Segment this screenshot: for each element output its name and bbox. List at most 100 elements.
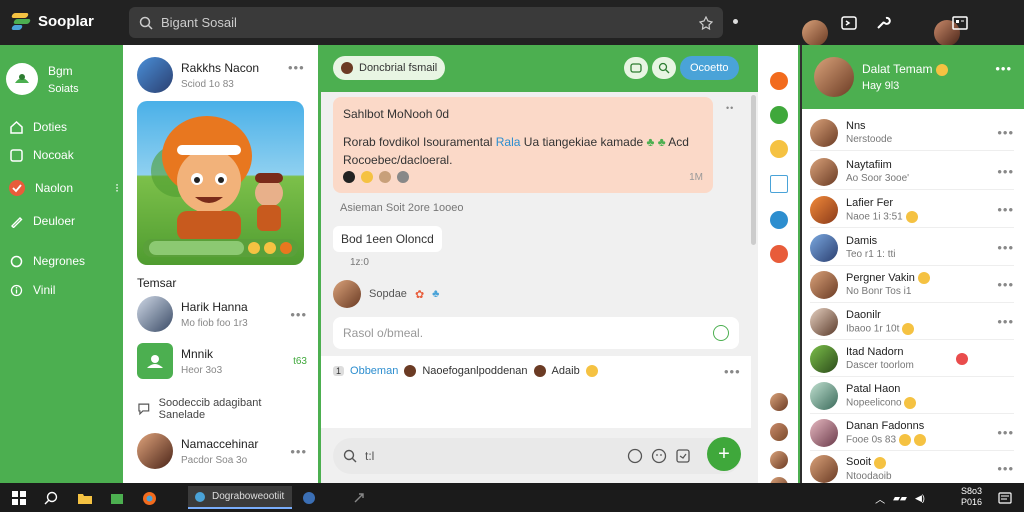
- avatar: [341, 62, 353, 74]
- avatar[interactable]: [770, 451, 788, 469]
- emoji-icon[interactable]: [248, 242, 260, 254]
- contact-item[interactable]: Sooit Ntoodaoib •••: [810, 451, 1014, 487]
- volume-icon[interactable]: ◀): [915, 493, 925, 504]
- app-icon-home[interactable]: [770, 175, 788, 193]
- more-icon[interactable]: •••: [997, 125, 1014, 140]
- list-item[interactable]: Namaccehinar Pacdor Soa 3o •••: [137, 433, 307, 469]
- app-icon-yellow[interactable]: [770, 140, 788, 158]
- reaction-icon[interactable]: [361, 171, 373, 183]
- contacts-header[interactable]: Dalat Temam Hay 9l3 •••: [802, 45, 1024, 109]
- compose-input[interactable]: t:l: [333, 438, 741, 474]
- message-bubble[interactable]: Bod 1een Oloncd: [333, 226, 442, 252]
- wrench-icon[interactable]: [870, 10, 896, 36]
- nav-item-nocoak[interactable]: Nocoak: [9, 148, 119, 162]
- chat-title-chip[interactable]: Doncbrial fsmail: [333, 56, 446, 80]
- more-icon[interactable]: •••: [997, 202, 1014, 217]
- contact-item[interactable]: Nns Nerstoode •••: [810, 115, 1014, 151]
- message-menu-icon[interactable]: ••: [726, 103, 734, 113]
- avatar: [810, 418, 838, 447]
- more-icon[interactable]: •••: [997, 277, 1014, 292]
- list-item[interactable]: Mnnik Heor 3o3 t63: [137, 343, 307, 379]
- app-logo[interactable]: Sooplar: [10, 12, 94, 30]
- contact-item[interactable]: Danan Fadonns Fooe 0s 83 •••: [810, 415, 1014, 451]
- nav-item-vinil[interactable]: Vinil: [9, 283, 119, 297]
- video-icon[interactable]: [624, 57, 648, 79]
- contact-item[interactable]: Pergner Vakin No Bonr Tos i1 •••: [810, 267, 1014, 303]
- search-input[interactable]: Bigant Sosail: [129, 7, 723, 38]
- list-item[interactable]: Harik Hanna Mo fiob foo 1r3 •••: [137, 296, 307, 332]
- contact-sub: Nopeelicono: [846, 396, 917, 409]
- avatar[interactable]: [770, 393, 788, 411]
- header-action-button[interactable]: Ocoetto: [680, 56, 739, 80]
- thread-row[interactable]: 1 Obbeman Naoefoganlpoddenan Adaib: [333, 365, 598, 377]
- smiley-icon[interactable]: [651, 448, 667, 464]
- search-icon[interactable]: [42, 489, 60, 507]
- search-icon[interactable]: [652, 57, 676, 79]
- app-icon-browser[interactable]: [770, 211, 788, 229]
- item-name: Harik Hanna: [181, 299, 248, 314]
- scrollbar[interactable]: [751, 95, 756, 245]
- app-icon[interactable]: [350, 489, 368, 507]
- hero-image[interactable]: [137, 101, 304, 265]
- contact-item[interactable]: Naytafiim Ao Soor 3ooe' •••: [810, 154, 1014, 190]
- hero-pill[interactable]: [149, 241, 244, 255]
- clock[interactable]: S8o3 P016: [961, 486, 982, 508]
- app-icon[interactable]: [300, 489, 318, 507]
- nav-item-negrones[interactable]: Negrones: [9, 254, 119, 268]
- reaction-icon[interactable]: [379, 171, 391, 183]
- more-icon[interactable]: •••: [288, 60, 305, 75]
- nav-item-deuloer[interactable]: Deuloer: [9, 214, 119, 228]
- nav-item-doties[interactable]: Doties: [9, 120, 119, 134]
- taskbar-active-app[interactable]: Dograboweootiit: [188, 486, 292, 509]
- nav-header[interactable]: Bgm Soiats: [6, 63, 79, 95]
- pin-icon[interactable]: [699, 15, 713, 30]
- more-icon[interactable]: •••: [290, 307, 307, 322]
- reaction-row[interactable]: [343, 171, 703, 183]
- contact-item[interactable]: Itad Nadorn Dascer toorlom: [810, 341, 1014, 377]
- network-icon[interactable]: ▰▰: [893, 493, 907, 504]
- card-icon[interactable]: [947, 10, 973, 36]
- reaction-icon[interactable]: [343, 171, 355, 183]
- more-icon[interactable]: •••: [997, 240, 1014, 255]
- nav-item-naolon[interactable]: Naolon ⁝: [9, 180, 119, 196]
- app-icon-green[interactable]: [770, 106, 788, 124]
- attach-icon[interactable]: [627, 448, 643, 464]
- contact-item[interactable]: Patal Haon Nopeelicono: [810, 378, 1014, 414]
- list-item[interactable]: Soodeccib adagibant Sanelade: [137, 397, 307, 421]
- folder-icon[interactable]: [76, 489, 94, 507]
- thread-label[interactable]: Obbeman: [350, 365, 398, 377]
- message-link[interactable]: Rala: [496, 135, 521, 149]
- chevron-up-icon[interactable]: ︿: [875, 491, 885, 506]
- emoji-icon[interactable]: [264, 242, 276, 254]
- more-icon[interactable]: •••: [997, 314, 1014, 329]
- more-icon[interactable]: •••: [997, 461, 1014, 476]
- heart-icon: [956, 353, 968, 365]
- reply-input[interactable]: Rasol o/bmeal.: [333, 317, 739, 349]
- system-tray-icons[interactable]: ︿ ▰▰ ◀): [860, 489, 940, 507]
- windows-start-icon[interactable]: [10, 489, 28, 507]
- more-icon[interactable]: •••: [995, 61, 1012, 76]
- app-icon-orange[interactable]: [770, 72, 788, 90]
- store-icon[interactable]: [108, 489, 126, 507]
- user-avatar-icon[interactable]: [802, 19, 828, 46]
- share-icon[interactable]: [280, 242, 292, 254]
- notifications-icon[interactable]: [996, 489, 1014, 507]
- contact-item[interactable]: Damis Teo r1 1: tti •••: [810, 230, 1014, 266]
- more-icon[interactable]: •••: [997, 425, 1014, 440]
- nav-header-sub: Soiats: [48, 82, 79, 95]
- contact-item[interactable]: Lafier Fer Naoe 1i 3:51 •••: [810, 192, 1014, 228]
- screen-share-icon[interactable]: [836, 10, 862, 36]
- gif-icon[interactable]: [675, 448, 691, 464]
- browser-icon[interactable]: [140, 489, 158, 507]
- more-icon[interactable]: •••: [290, 444, 307, 459]
- reaction-icon[interactable]: [397, 171, 409, 183]
- more-icon[interactable]: •••: [724, 364, 741, 379]
- more-icon[interactable]: •••: [997, 164, 1014, 179]
- compose-add-button[interactable]: +: [707, 437, 741, 471]
- message-bubble[interactable]: Sahlbot MoNooh 0d Rorab fovdikol Isouram…: [333, 97, 713, 193]
- avatar[interactable]: [770, 423, 788, 441]
- feed-profile[interactable]: Rakkhs Nacon Sciod 1o 83: [137, 57, 259, 93]
- app-icon-red[interactable]: [770, 245, 788, 263]
- send-icon[interactable]: [713, 325, 729, 341]
- contact-item[interactable]: Daonilr Ibaoo 1r 10t •••: [810, 304, 1014, 340]
